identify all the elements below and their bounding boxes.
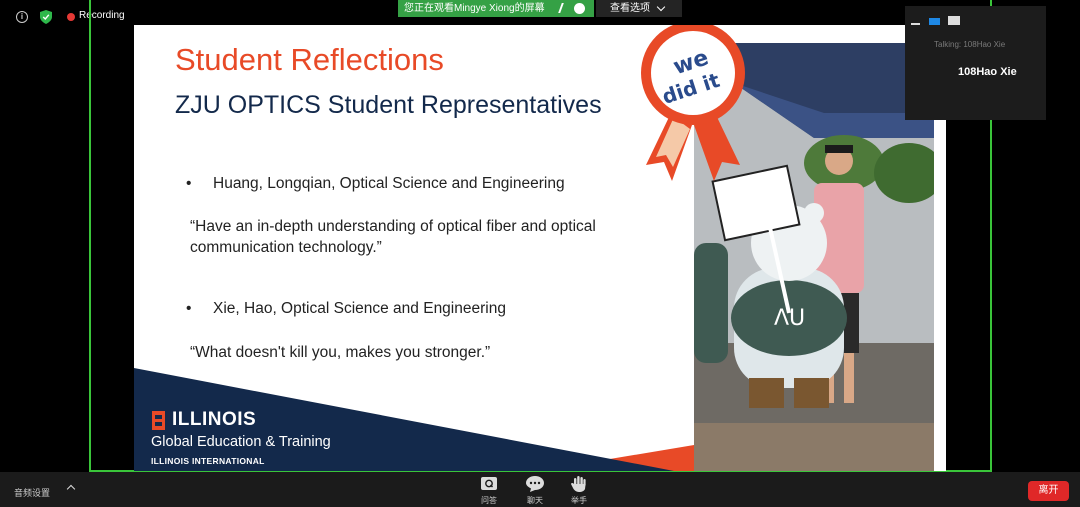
meeting-window: i Recording 您正在观看Mingye Xiong的屏幕 查看选项 St… [0,0,1080,507]
illinois-logo-word: ILLINOIS [172,409,257,430]
logo-subtitle: Global Education & Training [151,434,331,450]
audio-settings-button[interactable]: 音频设置 [14,486,50,499]
shield-icon[interactable] [40,10,52,24]
recording-dot-icon [67,13,75,21]
qa-button[interactable]: 问答 [474,475,504,506]
raise-hand-button[interactable]: 举手 [564,475,594,506]
raise-hand-icon [571,476,586,492]
view-layout-icons[interactable] [911,14,967,28]
chat-label: 聊天 [527,496,543,505]
illinois-block-i-icon [152,411,165,430]
participant-name: 108Hao Xie [958,66,1017,78]
chat-button[interactable]: 聊天 [520,475,550,506]
chevron-up-icon[interactable] [66,484,76,494]
we-did-it-badge: we did it [641,25,745,181]
leave-button[interactable]: 离开 [1028,481,1069,501]
qa-icon [481,477,497,490]
gallery-view-icon [948,16,960,25]
qa-label: 问答 [481,496,497,505]
chat-icon [526,476,544,492]
logo-subtitle-2: ILLINOIS INTERNATIONAL [151,456,265,466]
minimize-icon [911,23,920,25]
shared-slide: Student Reflections ZJU OPTICS Student R… [134,25,946,471]
raise-hand-label: 举手 [571,496,587,505]
video-thumbnail-panel[interactable]: Talking: 108Hao Xie 108Hao Xie [905,6,1046,120]
info-icon[interactable]: i [16,11,28,23]
talking-indicator: Talking: 108Hao Xie [934,40,1006,49]
speaker-view-icon [929,18,940,25]
meeting-toolbar: 音频设置 问答 聊天 举手 离开 [0,472,1080,507]
